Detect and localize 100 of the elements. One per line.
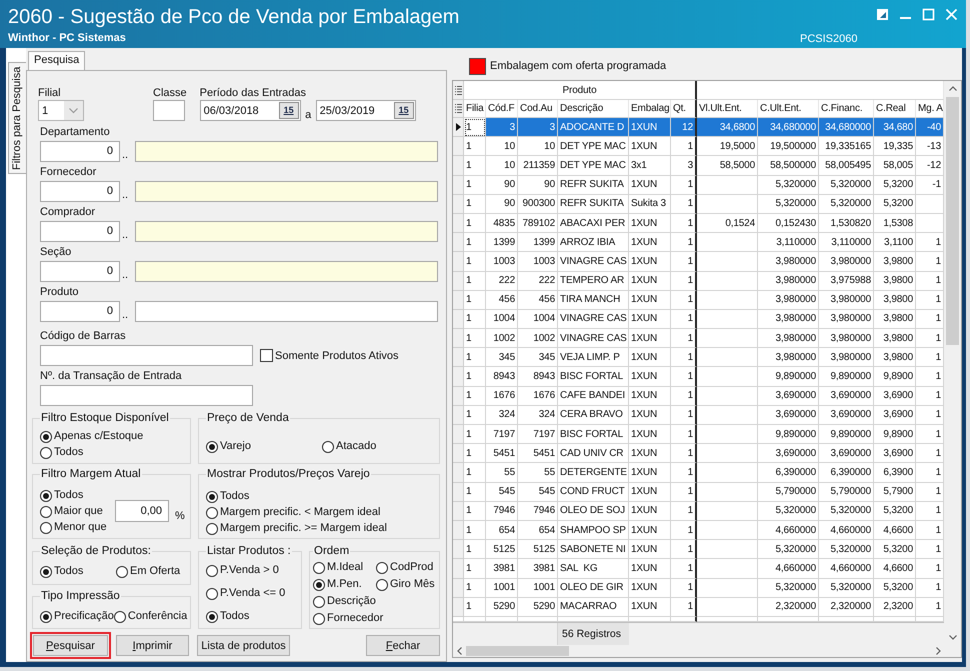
classe-field[interactable] [153,100,185,121]
radio-option[interactable]: Descrição [313,595,376,608]
radio-option[interactable]: Giro Mês [376,578,435,591]
close-icon[interactable] [945,8,958,21]
code-field[interactable]: 0 [40,141,120,162]
table-row[interactable]: 1 7946 7946 OLEO DE SOJ 1XUN 1 5,320000 5,320000 5,3200 1 [453,502,944,521]
table-cell: 34,680000 [758,118,819,138]
table-row[interactable]: 1 3981 3981 SAL KG 1XUN 1 4,660000 4,660000 4,6600 1 [453,559,944,578]
description-field[interactable] [135,301,438,322]
radio-option[interactable]: M.Pen. [313,578,362,591]
field-label: Comprador [40,205,96,219]
chevron-down-icon [64,101,83,120]
table-row[interactable]: 1 324 324 CERA BRAVO 1XUN 1 3,690000 3,690000 3,6900 1 [453,406,944,425]
table-row[interactable]: 1 545 545 COND FRUCT 1XUN 1 5,790000 5,790000 5,7900 1 [453,482,944,502]
date-field[interactable]: 25/03/2019 15 [316,100,416,121]
radio-option[interactable]: Atacado [322,440,422,453]
table-row[interactable]: 1 1004 1004 VINAGRE CAS 1XUN 1 3,980000 3,980000 3,9800 1 [453,310,944,330]
radio-option[interactable]: Todos [40,565,116,578]
radio-option[interactable]: Maior que [40,505,103,518]
field-label: Nº. da Transação de Entrada [40,369,182,383]
column-chooser-button[interactable] [453,100,464,118]
percent-unit: % [175,511,185,522]
radio-option[interactable]: Fornecedor [313,612,384,625]
table-row[interactable]: 1 55 55 DETERGENTE 1XUN 1 6,390000 6,390000 6,3900 1 [453,463,944,483]
table-row[interactable]: 1 4835 789102 ABACAXI PER 1XUN 1 0,1524 0,152430 1,530820 1,5308 [453,214,944,234]
group-title: Ordem [313,545,350,558]
range-separator: .. [121,149,130,162]
code-field[interactable]: 0 [40,261,120,282]
table-row[interactable]: 1 5125 5125 SABONETE NI 1XUN 1 5,320000 5,320000 5,3200 1 [453,540,944,560]
chevron-down-icon[interactable] [948,634,956,640]
code-field[interactable]: 0 [40,221,120,242]
action-button[interactable]: Pesquisar [33,635,108,656]
group-title: Tipo Impressão [40,590,121,603]
table-row[interactable]: 1 8943 8943 BISC FORTAL 1XUN 1 9,890000 9,890000 9,8900 1 [453,367,944,387]
calendar-button[interactable]: 15 [394,102,414,119]
radio-option[interactable]: Apenas c/Estoque [40,430,144,443]
radio-option[interactable]: Conferência [114,610,188,623]
description-field[interactable] [135,261,438,282]
row-selector[interactable] [453,118,464,138]
table-row[interactable]: 1 7197 7197 BISC FORTAL 1XUN 1 9,890000 9,890000 9,8900 1 [453,425,944,444]
tab[interactable]: Pesquisa [28,51,86,70]
code-field[interactable]: 0 [40,181,120,202]
transaction-field[interactable] [40,385,253,406]
radio-option[interactable]: Margem precific. < Margem ideal [206,506,380,519]
table-row[interactable]: 1 10 211359 DET YPE MAC 3x1 3 58,5000 58,500000 58,005495 58,005 -12 [453,156,944,176]
radio-option[interactable]: M.Ideal [313,561,364,574]
code-field[interactable]: 0 [40,301,120,322]
table-row[interactable]: 1 1003 1003 VINAGRE CAS 1XUN 1 3,980000 3,980000 3,9800 1 [453,252,944,272]
table-row[interactable]: 1 1002 1002 VINAGRE CAS 1XUN 1 3,980000 3,980000 3,9800 1 [453,329,944,348]
corner-square-icon[interactable] [876,8,889,21]
scroll-thumb[interactable] [466,646,569,656]
action-button[interactable]: Lista de produtos [197,635,290,656]
table-cell: 3 [518,118,558,138]
margin-field[interactable]: 0,00 [115,500,169,522]
chevron-right-icon[interactable] [936,647,941,655]
description-field[interactable] [135,141,438,162]
checkbox-option[interactable]: Somente Produtos Ativos [260,349,399,362]
table-row[interactable]: 1 5290 5290 MACARRAO 1XUN 1 2,320000 2,320000 2,3200 1 [453,598,944,617]
table-row[interactable]: 1 90 90 REFR SUKITA 1XUN 1 5,320000 5,320000 5,3200 -1 [453,176,944,195]
side-tab[interactable]: Filtros para Pesquisa [8,62,26,174]
table-row[interactable]: 1 1676 1676 CAFE BANDEI 1XUN 1 3,690000 3,690000 3,6900 1 [453,386,944,406]
maximize-icon[interactable] [922,8,935,21]
radio-option[interactable]: P.Venda > 0 [206,564,279,577]
table-row[interactable]: 1 90 900300 REFR SUKITA Sukita 3 1 5,320000 5,320000 5,3200 [453,194,944,214]
calendar-button[interactable]: 15 [278,102,299,119]
radio-option[interactable]: Todos [206,610,250,623]
table-row[interactable]: 1 222 222 TEMPERO AR 1XUN 1 3,980000 3,975988 3,9800 1 [453,272,944,291]
barcode-field[interactable] [40,345,253,366]
table-row[interactable]: 1 1001 1001 OLEO DE GIR 1XUN 1 5,320000 5,320000 5,3200 1 [453,578,944,598]
description-field[interactable] [135,181,438,202]
range-separator: .. [121,189,130,202]
action-button[interactable]: Fechar [366,635,440,656]
radio-option[interactable]: Varejo [206,440,322,453]
radio-option[interactable]: CodProd [376,561,434,574]
table-row[interactable]: 1 3 3 ADOCANTE D 1XUN 12 34,6800 34,680000 34,680000 34,680 -40 [453,118,944,138]
radio-option[interactable]: Precificação [40,610,114,623]
radio-option[interactable]: P.Venda <= 0 [206,587,286,600]
radio-option[interactable]: Todos [206,490,250,503]
table-row[interactable]: 1 1399 1399 ARROZ IBIA 1XUN 1 3,110000 3,110000 3,1100 1 [453,233,944,252]
window-title: 2060 - Sugestão de Pco de Venda por Embalagem [8,5,460,29]
radio-option[interactable]: Menor que [40,521,107,534]
program-code: PCSIS2060 [800,33,858,46]
table-row[interactable]: 1 10 10 DET YPE MAC 1XUN 1 19,5000 19,500000 19,335165 19,335 -13 [453,137,944,156]
table-row[interactable]: 1 654 654 SHAMPOO SP 1XUN 1 4,660000 4,660000 4,6600 1 [453,520,944,540]
radio-option[interactable]: Em Oferta [116,565,180,578]
description-field[interactable] [135,221,438,242]
radio-option[interactable]: Margem precific. >= Margem ideal [206,522,387,535]
table-row[interactable]: 1 456 456 TIRA MANCH 1XUN 1 3,980000 3,980000 3,9800 1 [453,290,944,310]
radio-option[interactable]: Todos [40,446,84,459]
chevron-left-icon[interactable] [457,647,462,655]
column-chooser-button[interactable] [453,81,464,100]
radio-option[interactable]: Todos [40,489,84,502]
filial-dropdown[interactable]: 1 [38,100,84,121]
action-button[interactable]: Imprimir [116,635,189,656]
chevron-up-icon[interactable] [948,86,956,90]
scroll-thumb[interactable] [946,97,959,345]
date-field[interactable]: 06/03/2018 15 [200,100,301,121]
table-row[interactable]: 1 345 345 VEJA LIMP. P 1XUN 1 3,980000 3,980000 3,9800 1 [453,348,944,368]
table-row[interactable]: 1 5451 5451 CAD UNIV CR 1XUN 1 3,690000 3,690000 3,6900 1 [453,444,944,464]
field-label: Produto [40,285,79,299]
